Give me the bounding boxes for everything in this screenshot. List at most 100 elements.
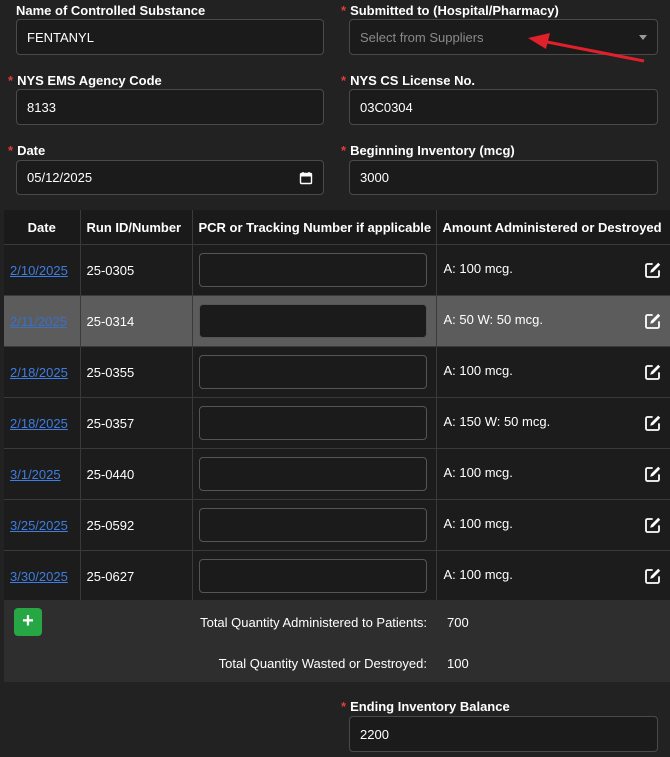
agency-code-input[interactable]: 8133 <box>16 89 324 125</box>
header-date: Date <box>4 210 81 245</box>
row-date-link[interactable]: 2/18/2025 <box>10 365 68 380</box>
date-label: * Date <box>8 143 45 158</box>
edit-icon[interactable] <box>644 414 662 435</box>
row-pcr-cell <box>192 397 437 449</box>
totals-panel: + Total Quantity Administered to Patient… <box>4 600 670 682</box>
row-date-cell: 2/10/2025 <box>4 244 81 296</box>
edit-icon[interactable] <box>644 567 662 588</box>
submitted-label: * Submitted to (Hospital/Pharmacy) <box>341 3 559 18</box>
required-mark: * <box>341 699 347 714</box>
row-date-link[interactable]: 2/10/2025 <box>10 263 68 278</box>
row-amount-cell: A: 100 mcg. <box>436 499 670 551</box>
header-run-id: Run ID/Number <box>80 210 193 245</box>
beginning-label-text: Beginning Inventory (mcg) <box>350 143 515 158</box>
pcr-input[interactable] <box>198 253 427 287</box>
row-pcr-cell <box>192 499 437 551</box>
substance-label: Name of Controlled Substance <box>16 3 205 18</box>
row-date-cell: 2/11/2025 <box>4 295 81 347</box>
agency-label: * NYS EMS Agency Code <box>8 73 162 88</box>
row-date-link[interactable]: 3/30/2025 <box>10 569 68 584</box>
edit-icon[interactable] <box>644 465 662 486</box>
row-amount-cell: A: 50 W: 50 mcg. <box>436 295 670 347</box>
edit-icon[interactable] <box>644 312 662 333</box>
red-arrow-annotation <box>528 33 645 63</box>
row-pcr-cell <box>192 448 437 500</box>
row-date-link[interactable]: 2/18/2025 <box>10 416 68 431</box>
row-amount: A: 100 mcg. <box>443 516 513 531</box>
edit-icon[interactable] <box>644 261 662 282</box>
beginning-label: * Beginning Inventory (mcg) <box>341 143 515 158</box>
table-row[interactable]: 3/1/2025 25-0440 A: 100 mcg. <box>4 448 670 500</box>
row-run-id: 25-0355 <box>80 346 193 398</box>
ending-label-text: Ending Inventory Balance <box>350 699 510 714</box>
row-amount: A: 100 mcg. <box>443 261 513 276</box>
submitted-placeholder: Select from Suppliers <box>360 29 484 45</box>
row-amount-cell: A: 100 mcg. <box>436 244 670 296</box>
pcr-input[interactable] <box>198 559 427 593</box>
row-run-id: 25-0627 <box>80 550 193 601</box>
agency-label-text: NYS EMS Agency Code <box>17 73 162 88</box>
edit-icon[interactable] <box>644 516 662 537</box>
license-input[interactable]: 03C0304 <box>349 89 658 125</box>
edit-icon[interactable] <box>644 363 662 384</box>
row-amount-cell: A: 100 mcg. <box>436 346 670 398</box>
beginning-inventory-input[interactable]: 3000 <box>349 160 658 195</box>
table-row[interactable]: 3/25/2025 25-0592 A: 100 mcg. <box>4 499 670 551</box>
total-administered-label: Total Quantity Administered to Patients: <box>200 615 427 630</box>
row-amount-cell: A: 150 W: 50 mcg. <box>436 397 670 449</box>
required-mark: * <box>8 73 14 88</box>
row-run-id: 25-0592 <box>80 499 193 551</box>
ending-inventory-input[interactable]: 2200 <box>349 716 658 752</box>
header-amount: Amount Administered or Destroyed <box>436 210 670 245</box>
table-row[interactable]: 2/11/2025 25-0314 A: 50 W: 50 mcg. <box>4 295 670 347</box>
header-pcr: PCR or Tracking Number if applicable <box>192 210 437 245</box>
pcr-input[interactable] <box>198 508 427 542</box>
inventory-table: Date Run ID/Number PCR or Tracking Numbe… <box>4 210 670 601</box>
ending-inventory-value: 2200 <box>360 726 389 742</box>
table-row[interactable]: 3/30/2025 25-0627 A: 100 mcg. <box>4 550 670 601</box>
row-date-link[interactable]: 3/25/2025 <box>10 518 68 533</box>
row-date-cell: 3/25/2025 <box>4 499 81 551</box>
pcr-input[interactable] <box>198 355 427 389</box>
required-mark: * <box>341 143 347 158</box>
table-row[interactable]: 2/10/2025 25-0305 A: 100 mcg. <box>4 244 670 296</box>
pcr-input[interactable] <box>198 406 427 440</box>
row-pcr-cell <box>192 244 437 296</box>
table-row[interactable]: 2/18/2025 25-0357 A: 150 W: 50 mcg. <box>4 397 670 449</box>
row-date-cell: 3/1/2025 <box>4 448 81 500</box>
substance-input[interactable]: FENTANYL <box>16 19 324 55</box>
table-header-row: Date Run ID/Number PCR or Tracking Numbe… <box>4 210 670 245</box>
row-pcr-cell <box>192 550 437 601</box>
row-run-id: 25-0440 <box>80 448 193 500</box>
row-date-link[interactable]: 3/1/2025 <box>10 467 61 482</box>
table-row[interactable]: 2/18/2025 25-0355 A: 100 mcg. <box>4 346 670 398</box>
pcr-input[interactable] <box>198 304 427 338</box>
submitted-label-text: Submitted to (Hospital/Pharmacy) <box>350 3 559 18</box>
total-wasted-label: Total Quantity Wasted or Destroyed: <box>218 656 427 671</box>
row-run-id: 25-0314 <box>80 295 193 347</box>
row-amount: A: 100 mcg. <box>443 465 513 480</box>
row-amount: A: 100 mcg. <box>443 363 513 378</box>
license-label-text: NYS CS License No. <box>350 73 476 88</box>
date-input[interactable]: 05/12/2025 <box>16 160 324 195</box>
row-amount-cell: A: 100 mcg. <box>436 550 670 601</box>
add-row-button[interactable]: + <box>14 608 42 636</box>
pcr-input[interactable] <box>198 457 427 491</box>
license-label: * NYS CS License No. <box>341 73 475 88</box>
row-pcr-cell <box>192 346 437 398</box>
row-amount: A: 50 W: 50 mcg. <box>443 312 543 327</box>
row-run-id: 25-0305 <box>80 244 193 296</box>
row-amount: A: 150 W: 50 mcg. <box>443 414 551 429</box>
date-label-text: Date <box>17 143 46 158</box>
row-run-id: 25-0357 <box>80 397 193 449</box>
required-mark: * <box>8 143 14 158</box>
row-date-link[interactable]: 2/11/2025 <box>10 314 67 329</box>
license-value: 03C0304 <box>360 99 413 115</box>
row-pcr-cell <box>192 295 437 347</box>
total-wasted-value: 100 <box>447 656 469 671</box>
substance-value: FENTANYL <box>27 29 94 45</box>
ending-label: * Ending Inventory Balance <box>341 699 510 714</box>
calendar-icon[interactable] <box>299 171 313 185</box>
row-date-cell: 2/18/2025 <box>4 346 81 398</box>
agency-code-value: 8133 <box>27 99 56 115</box>
